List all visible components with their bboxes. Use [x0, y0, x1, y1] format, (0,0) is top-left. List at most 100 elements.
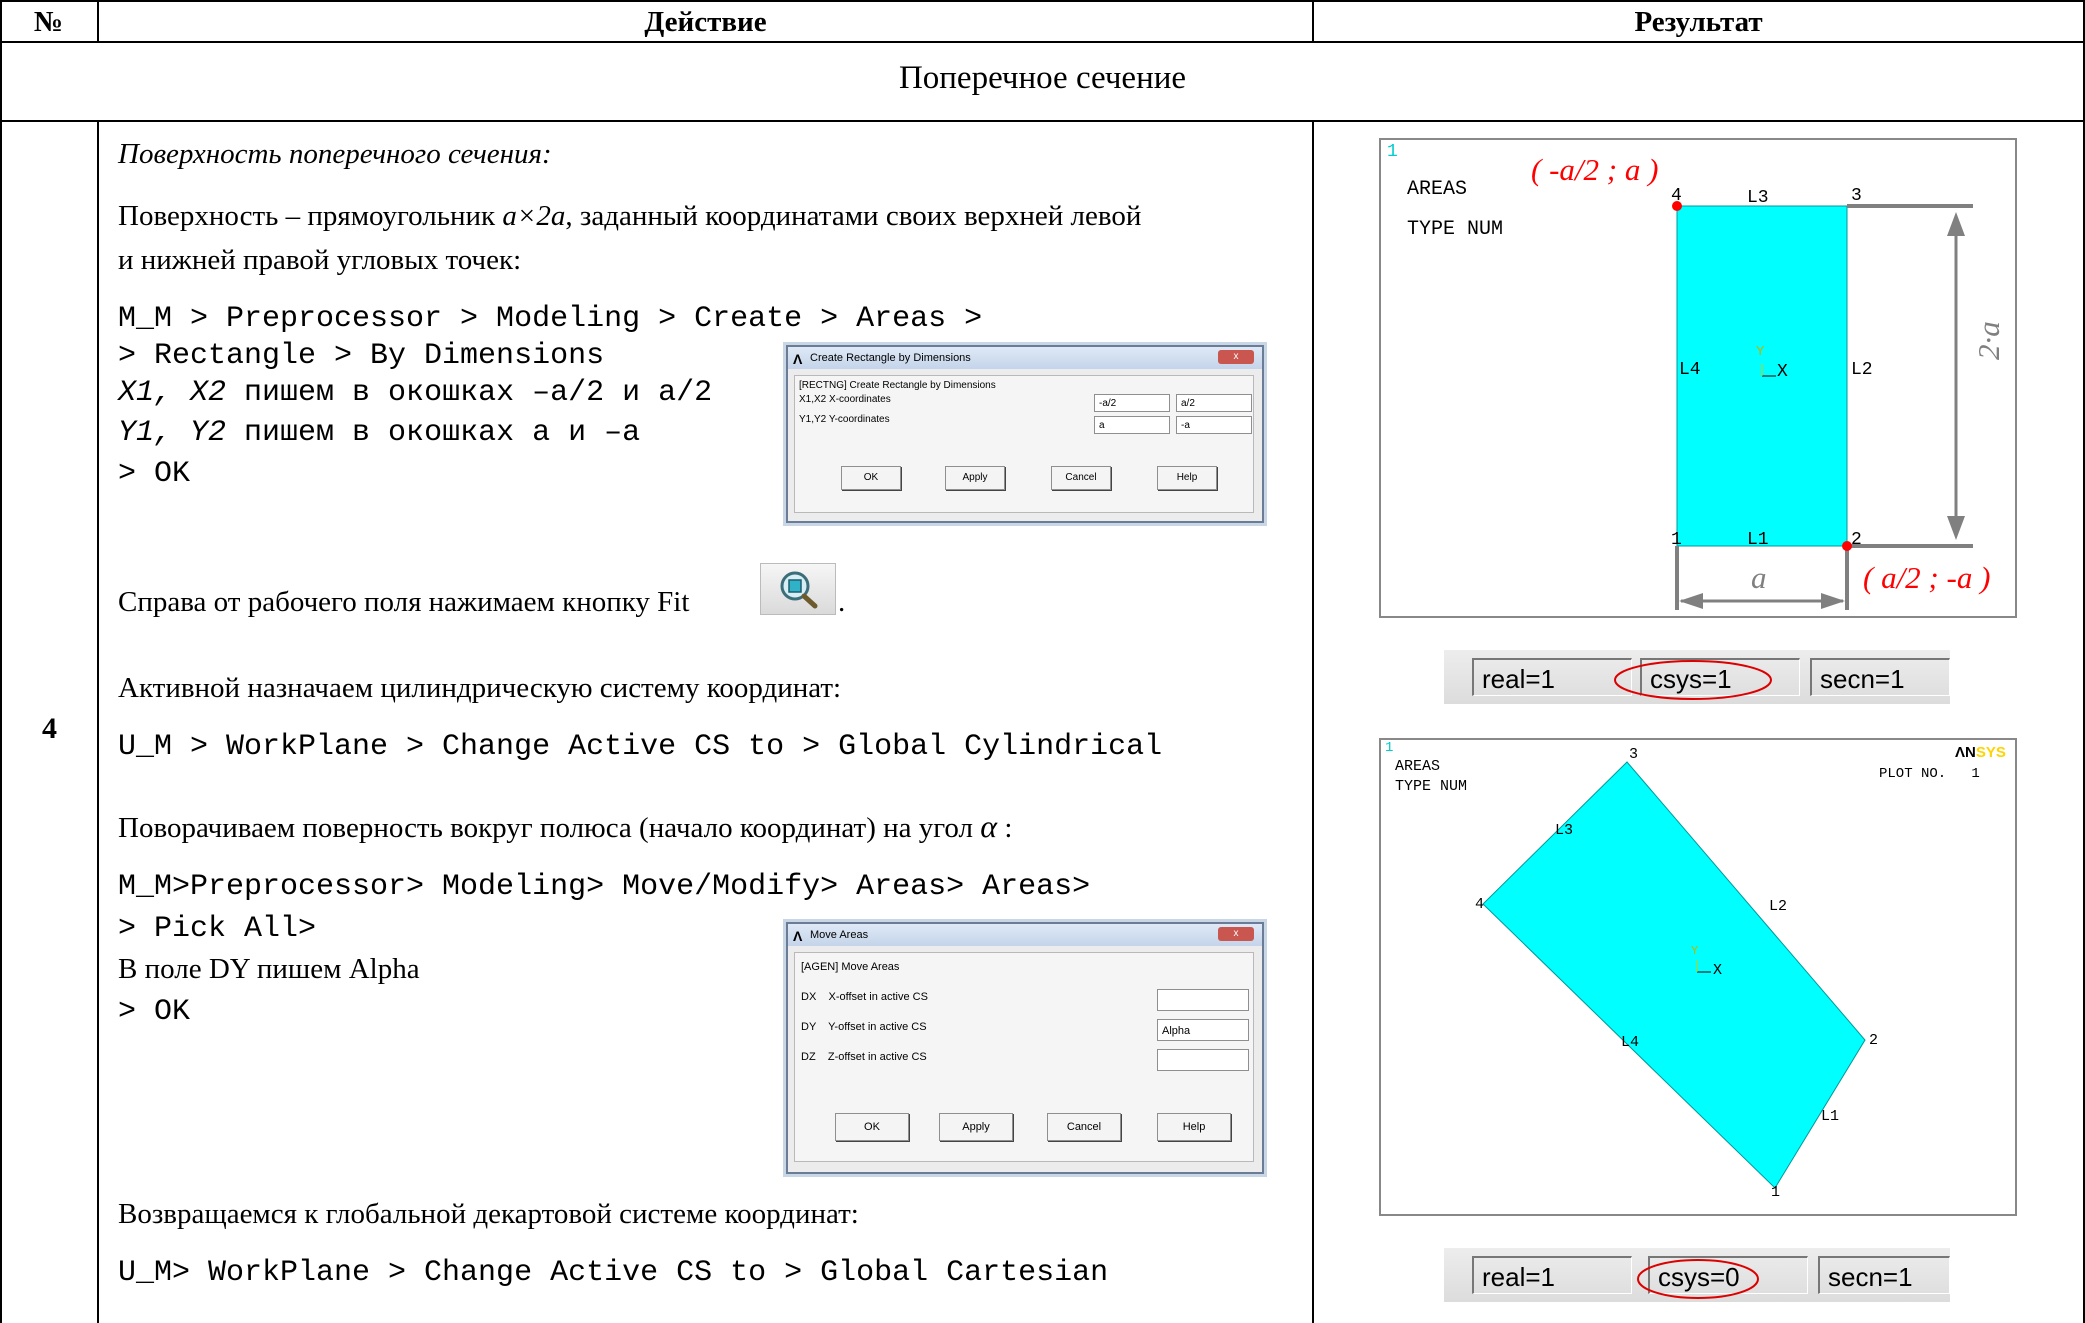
instruction-ok-1: > OK — [118, 457, 191, 491]
ansys-logo: ΛNSYS — [1955, 744, 2006, 761]
instruction-dy: В поле DY пишем Alpha — [118, 953, 420, 985]
menu-path-cylindrical: U_M > WorkPlane > Change Active CS to > … — [118, 730, 1163, 764]
dialog-body: [RECTNG] Create Rectangle by Dimensions … — [794, 375, 1254, 513]
header-action: Действие — [644, 6, 767, 38]
x2-input[interactable]: a/2 — [1176, 394, 1252, 412]
line-l1-label: L1 — [1747, 530, 1769, 550]
csys-highlight-ellipse — [1637, 1259, 1759, 1299]
areas-plot-rectangle: 1 AREAS TYPE NUM ( -a/2 ; a ) ( a/2 ; -a… — [1379, 138, 2017, 618]
close-icon[interactable]: x — [1218, 350, 1254, 364]
line-l3-label: L3 — [1555, 822, 1574, 839]
apply-button[interactable]: Apply — [939, 1113, 1013, 1141]
keypoint-4-label: 4 — [1671, 186, 1682, 206]
plot-window-number: 1 — [1385, 740, 1394, 756]
menu-path-1: M_M > Preprocessor > Modeling > Create >… — [118, 302, 983, 336]
paragraph-text-2: , заданный координатами своих верхней ле… — [565, 200, 1142, 232]
axis-x-label: X — [1713, 962, 1723, 979]
axis-y-label: Y — [1756, 344, 1765, 360]
paragraph-rectangle: Поверхность – прямоугольник a×2a, заданн… — [118, 200, 1278, 233]
help-button[interactable]: Help — [1157, 1113, 1231, 1141]
cancel-button[interactable]: Cancel — [1051, 466, 1111, 490]
arrowhead-top — [1947, 212, 1965, 236]
ansys-logo-icon: Λ — [793, 928, 803, 944]
paragraph-rectangle-2: и нижней правой угловых точек: — [118, 244, 522, 276]
dialog-title: Create Rectangle by Dimensions — [810, 352, 971, 364]
arrowhead-bottom — [1947, 516, 1965, 540]
plot-number-label: PLOT NO. 1 — [1879, 766, 1980, 782]
dy-label: DY Y-offset in active CS — [801, 1021, 927, 1033]
instruction-ok-2: > OK — [118, 995, 191, 1029]
csys-highlight-ellipse — [1614, 660, 1772, 700]
y-coordinates-label: Y1,Y2 Y-coordinates — [799, 414, 890, 425]
areas-plot-rotated: 1 AREAS TYPE NUM PLOT NO. 1 ΛNSYS 3 4 2 … — [1379, 738, 2017, 1216]
instruction-y-text: пишем в окошках a и –a — [226, 416, 641, 450]
paragraph-rotate-end: : — [997, 812, 1013, 844]
move-areas-dialog: Λ Move Areas x [AGEN] Move Areas DX X-of… — [786, 922, 1264, 1174]
dy-input[interactable]: Alpha — [1157, 1019, 1249, 1041]
header-bottom-border — [0, 41, 2085, 43]
row-number: 4 — [42, 712, 57, 745]
instruction-y: Y1, Y2 пишем в окошках a и –a — [118, 416, 640, 450]
line-l4-label: L4 — [1621, 1034, 1640, 1051]
alpha-symbol: α — [980, 808, 998, 844]
fit-view-icon — [780, 571, 818, 609]
col-divider-2b — [1312, 120, 1314, 1323]
line-l4-label: L4 — [1679, 360, 1701, 380]
arrowhead-left — [1679, 593, 1703, 609]
arrowhead-right — [1821, 593, 1845, 609]
paragraph-rotate-text: Поворачиваем поверность вокруг полюса (н… — [118, 812, 981, 844]
subtitle-surface: Поверхность поперечного сечения: — [118, 138, 552, 170]
dimension-2a-label: 2·a — [1971, 321, 2006, 360]
ok-button[interactable]: OK — [841, 466, 901, 490]
annotation-bottom-right-point: ( a/2 ; -a ) — [1863, 560, 1991, 595]
menu-path-2: > Rectangle > By Dimensions — [118, 339, 605, 373]
axis-x-label: X — [1777, 362, 1788, 382]
plot-type-label: TYPE NUM — [1407, 218, 1504, 241]
plot-window-number: 1 — [1387, 142, 1398, 162]
x1-input[interactable]: -a/2 — [1094, 394, 1170, 412]
keypoint-2-label: 2 — [1851, 530, 1862, 550]
paragraph-back: Возвращаемся к глобальной декартовой сис… — [118, 1198, 859, 1230]
help-button[interactable]: Help — [1157, 466, 1217, 490]
dx-input[interactable] — [1157, 989, 1249, 1011]
annotation-top-left-point: ( -a/2 ; a ) — [1531, 152, 1659, 187]
dimension-text: a×2a — [502, 200, 566, 232]
y2-input[interactable]: -a — [1176, 416, 1252, 434]
dialog-body: [AGEN] Move Areas DX X-offset in active … — [794, 952, 1254, 1162]
keypoint-1-label: 1 — [1671, 530, 1682, 550]
rotated-area — [1482, 761, 1866, 1189]
ok-button[interactable]: OK — [835, 1113, 909, 1141]
instruction-x-text: пишем в окошках –a/2 и a/2 — [226, 376, 713, 410]
dz-label: DZ Z-offset in active CS — [801, 1051, 927, 1063]
apply-button[interactable]: Apply — [945, 466, 1005, 490]
y1-input[interactable]: a — [1094, 416, 1170, 434]
axis-y-label: Y — [1691, 944, 1699, 958]
plot-type-label: TYPE NUM — [1395, 778, 1468, 795]
section-title: Поперечное сечение — [898, 60, 1187, 96]
plot-areas-label: AREAS — [1407, 178, 1468, 201]
fit-period: . — [838, 586, 846, 618]
dialog-title: Move Areas — [810, 929, 869, 941]
line-l2-label: L2 — [1769, 898, 1788, 915]
fit-button[interactable] — [760, 563, 836, 615]
x-coordinates-label: X1,X2 X-coordinates — [799, 394, 891, 405]
instruction-y-vars: Y1, Y2 — [118, 416, 227, 450]
menu-path-move-1: M_M>Preprocessor> Modeling> Move/Modify>… — [118, 870, 1091, 904]
line-l2-label: L2 — [1851, 360, 1873, 380]
dialog-header-label: [AGEN] Move Areas — [801, 961, 900, 973]
paragraph-cylindrical: Активной назначаем цилиндрическую систем… — [118, 672, 842, 704]
ansys-logo-icon: Λ — [793, 351, 803, 367]
cancel-button[interactable]: Cancel — [1047, 1113, 1121, 1141]
section-bottom-border — [0, 120, 2085, 122]
close-icon[interactable]: x — [1218, 927, 1254, 941]
fit-instruction: Справа от рабочего поля нажимаем кнопку … — [118, 586, 689, 619]
line-l3-label: L3 — [1747, 188, 1769, 208]
fit-text: Справа от рабочего поля нажимаем кнопку … — [118, 586, 690, 618]
instruction-x: X1, X2 пишем в окошках –a/2 и a/2 — [118, 376, 712, 410]
keypoint-3-label: 3 — [1629, 746, 1639, 763]
keypoint-2-label: 2 — [1869, 1032, 1879, 1049]
header-result: Результат — [1634, 6, 1763, 38]
paragraph-rotate: Поворачиваем поверность вокруг полюса (н… — [118, 808, 1012, 845]
dz-input[interactable] — [1157, 1049, 1249, 1071]
plot-canvas-rotated — [1482, 761, 1866, 1189]
